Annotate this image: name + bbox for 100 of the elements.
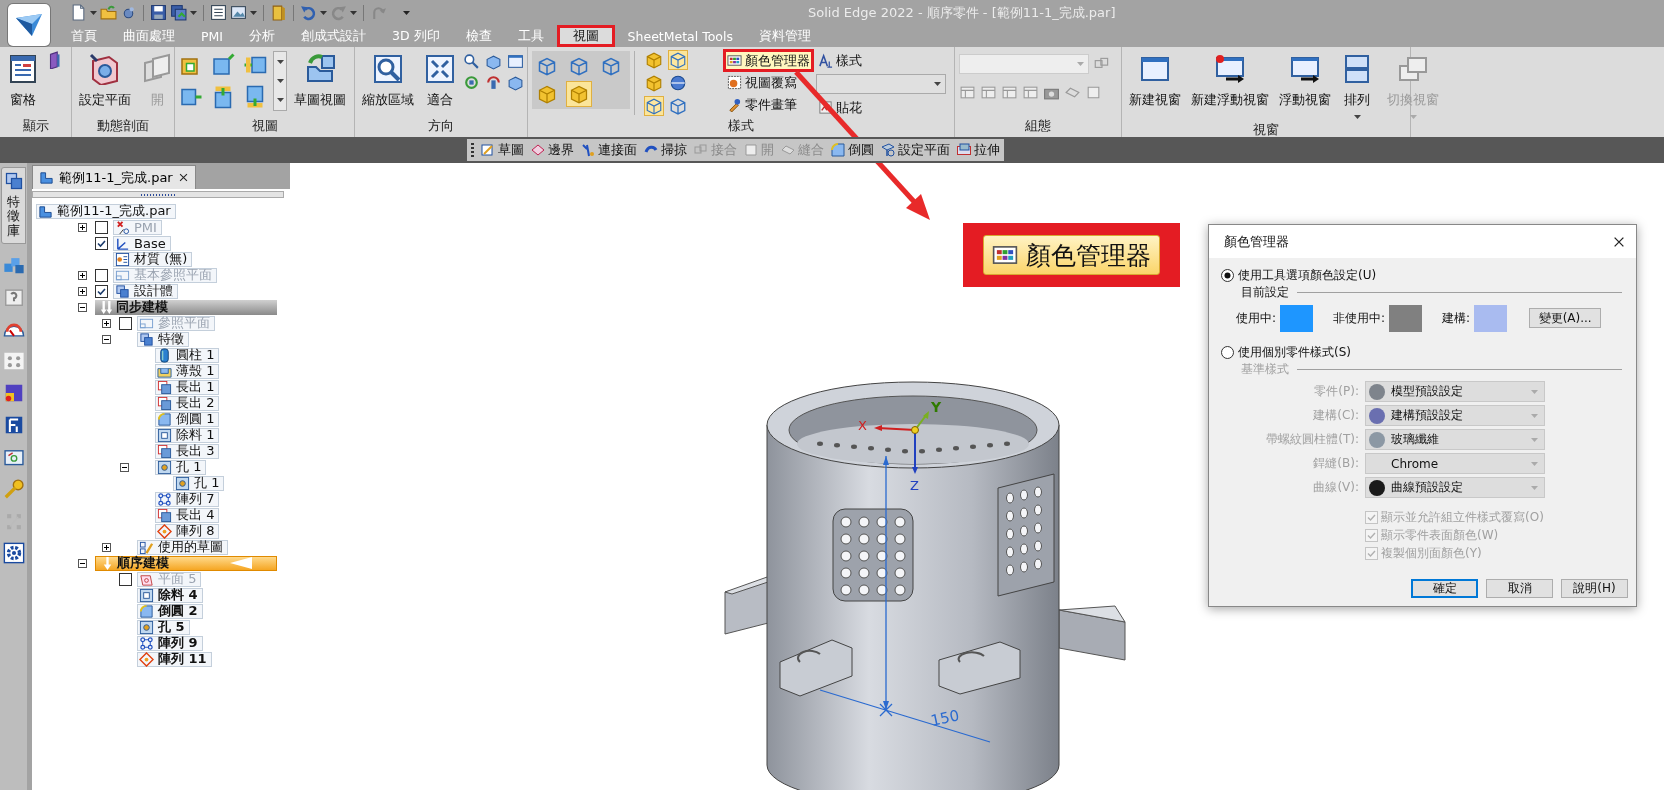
tree-item[interactable]: 長出 1 bbox=[155, 379, 220, 395]
tool-icon[interactable] bbox=[1022, 84, 1039, 101]
expand-toggle[interactable] bbox=[102, 542, 111, 552]
ribbon-tab[interactable]: 視圖 bbox=[556, 25, 615, 47]
tree-item[interactable]: 範例11-1_完成.par bbox=[36, 203, 176, 219]
checkbox[interactable] bbox=[119, 316, 132, 330]
close-icon[interactable] bbox=[177, 172, 189, 183]
section-header[interactable]: 同步建模 bbox=[95, 299, 277, 315]
caret-icon[interactable] bbox=[276, 79, 284, 83]
tree-item[interactable]: 倒圓 1 bbox=[155, 411, 220, 427]
expand-toggle[interactable] bbox=[102, 334, 111, 344]
app-logo-icon[interactable] bbox=[8, 4, 50, 46]
caret-icon[interactable] bbox=[276, 98, 284, 103]
picture-icon[interactable] bbox=[230, 4, 247, 21]
open-folder-icon[interactable] bbox=[100, 4, 117, 21]
dialog-button[interactable]: 取消 bbox=[1486, 579, 1553, 598]
tree-item[interactable]: 陣列 8 bbox=[155, 523, 220, 539]
tree-item[interactable]: 陣列 7 bbox=[155, 491, 220, 507]
shading-icon[interactable] bbox=[645, 51, 663, 69]
gallery-scroller[interactable] bbox=[273, 51, 287, 111]
expand-toggle[interactable] bbox=[78, 222, 87, 232]
key-icon[interactable] bbox=[2, 477, 25, 500]
zoom-icon[interactable] bbox=[463, 53, 480, 70]
tree-item[interactable]: 陣列 11 bbox=[137, 651, 212, 667]
rotate-icon[interactable] bbox=[463, 74, 480, 91]
tree-item[interactable]: 薄殼 1 bbox=[155, 363, 220, 379]
toolbar-button[interactable]: 草圖 bbox=[480, 141, 524, 159]
document-tab[interactable]: 範例11-1_完成.par bbox=[32, 165, 196, 189]
view-icon[interactable] bbox=[211, 53, 235, 77]
shading-icon[interactable] bbox=[669, 74, 687, 92]
dialog-button[interactable]: 確定 bbox=[1411, 579, 1478, 598]
caret-icon[interactable] bbox=[320, 10, 327, 15]
ribbon-button[interactable]: 視圖覆寫 bbox=[725, 73, 812, 92]
gear-icon[interactable] bbox=[2, 541, 25, 564]
radio-button[interactable] bbox=[1221, 345, 1234, 359]
ribbon-button[interactable]: 排列 bbox=[1338, 51, 1376, 121]
list-icon[interactable] bbox=[210, 4, 227, 21]
expand-toggle[interactable] bbox=[78, 286, 87, 296]
shading-icon[interactable] bbox=[669, 51, 687, 69]
cube-icon[interactable] bbox=[507, 74, 524, 91]
expand-toggle[interactable] bbox=[78, 302, 87, 312]
toolbar-button[interactable]: 設定平面 bbox=[880, 141, 950, 159]
shading-icon[interactable] bbox=[645, 74, 663, 92]
tree-item[interactable]: 特徵 bbox=[137, 331, 189, 347]
ribbon-button[interactable]: 浮動視窗 bbox=[1276, 51, 1334, 111]
tree-item[interactable]: 長出 4 bbox=[155, 507, 220, 523]
tree-item[interactable]: 設計體 bbox=[113, 283, 178, 299]
change-button[interactable]: 變更(A)... bbox=[1529, 308, 1602, 328]
expand-toggle[interactable] bbox=[78, 558, 87, 568]
ribbon-button[interactable]: 零件畫筆 bbox=[725, 95, 812, 114]
caret-icon[interactable] bbox=[934, 82, 941, 86]
tree-item[interactable]: 材質 (無) bbox=[113, 251, 193, 267]
caret-icon[interactable] bbox=[276, 59, 284, 64]
ribbon-button[interactable]: 顏色管理器 bbox=[725, 51, 812, 70]
ribbon-button[interactable]: 適合 bbox=[421, 51, 459, 111]
shading-icon[interactable] bbox=[669, 97, 687, 115]
caret-icon[interactable] bbox=[1353, 115, 1361, 119]
tree-item[interactable]: Base bbox=[113, 235, 171, 251]
tool-icon[interactable] bbox=[959, 84, 976, 101]
save-icon[interactable] bbox=[150, 4, 167, 21]
ribbon-button[interactable]: 樣式 bbox=[816, 51, 946, 70]
tree-item[interactable]: 孔 1 bbox=[173, 475, 225, 491]
checkbox[interactable] bbox=[95, 220, 108, 234]
toolbar-button[interactable]: 倒圓 bbox=[830, 141, 874, 159]
ribbon-button[interactable]: 新建浮動視窗 bbox=[1188, 51, 1272, 111]
ribbon-button[interactable]: 縮放區域 bbox=[359, 51, 417, 111]
expand-toggle[interactable] bbox=[78, 270, 87, 280]
tree-item[interactable]: 孔 5 bbox=[137, 619, 190, 635]
caret-icon[interactable] bbox=[350, 10, 357, 15]
tree-item[interactable]: 孔 1 bbox=[155, 459, 207, 475]
tree-item[interactable]: 長出 2 bbox=[155, 395, 220, 411]
shading-icon[interactable] bbox=[645, 97, 663, 115]
undo-icon[interactable] bbox=[300, 4, 317, 21]
radio-button[interactable] bbox=[1221, 268, 1234, 282]
tool-icon[interactable] bbox=[1001, 84, 1018, 101]
toolbar-button[interactable]: 連接面 bbox=[580, 141, 637, 159]
window-icon[interactable] bbox=[507, 53, 524, 70]
caret-icon[interactable] bbox=[90, 10, 97, 15]
ribbon-button[interactable]: 窗格 bbox=[4, 51, 42, 111]
cube-icon[interactable] bbox=[485, 53, 502, 70]
tree-item[interactable]: 圓柱 1 bbox=[155, 347, 220, 363]
section-header[interactable]: 順序建模 bbox=[95, 555, 277, 571]
tree-item[interactable]: 長出 3 bbox=[155, 443, 220, 459]
expand-toggle[interactable] bbox=[102, 318, 111, 328]
tree-item[interactable]: 陣列 9 bbox=[137, 635, 203, 651]
checkbox[interactable] bbox=[95, 284, 108, 298]
ribbon-button[interactable]: 設定平面 bbox=[76, 51, 134, 111]
caret-icon[interactable] bbox=[250, 10, 257, 15]
render-mode-icon[interactable] bbox=[567, 82, 591, 106]
caret-icon[interactable] bbox=[190, 10, 197, 15]
checkbox[interactable] bbox=[95, 236, 108, 250]
new-file-icon[interactable] bbox=[70, 4, 87, 21]
tree-item[interactable]: 倒圓 2 bbox=[137, 603, 203, 619]
checkbox[interactable] bbox=[95, 268, 108, 282]
ribbon-button[interactable]: 貼花 bbox=[816, 98, 946, 117]
sidebar-tab[interactable]: 特徵庫 bbox=[1, 167, 26, 244]
tool-icon[interactable] bbox=[980, 84, 997, 101]
tree-item[interactable]: 除料 1 bbox=[155, 427, 220, 443]
tree-item[interactable]: 使用的草圖 bbox=[137, 539, 228, 555]
ribbon-button[interactable]: 草圖視圖 bbox=[291, 51, 349, 111]
